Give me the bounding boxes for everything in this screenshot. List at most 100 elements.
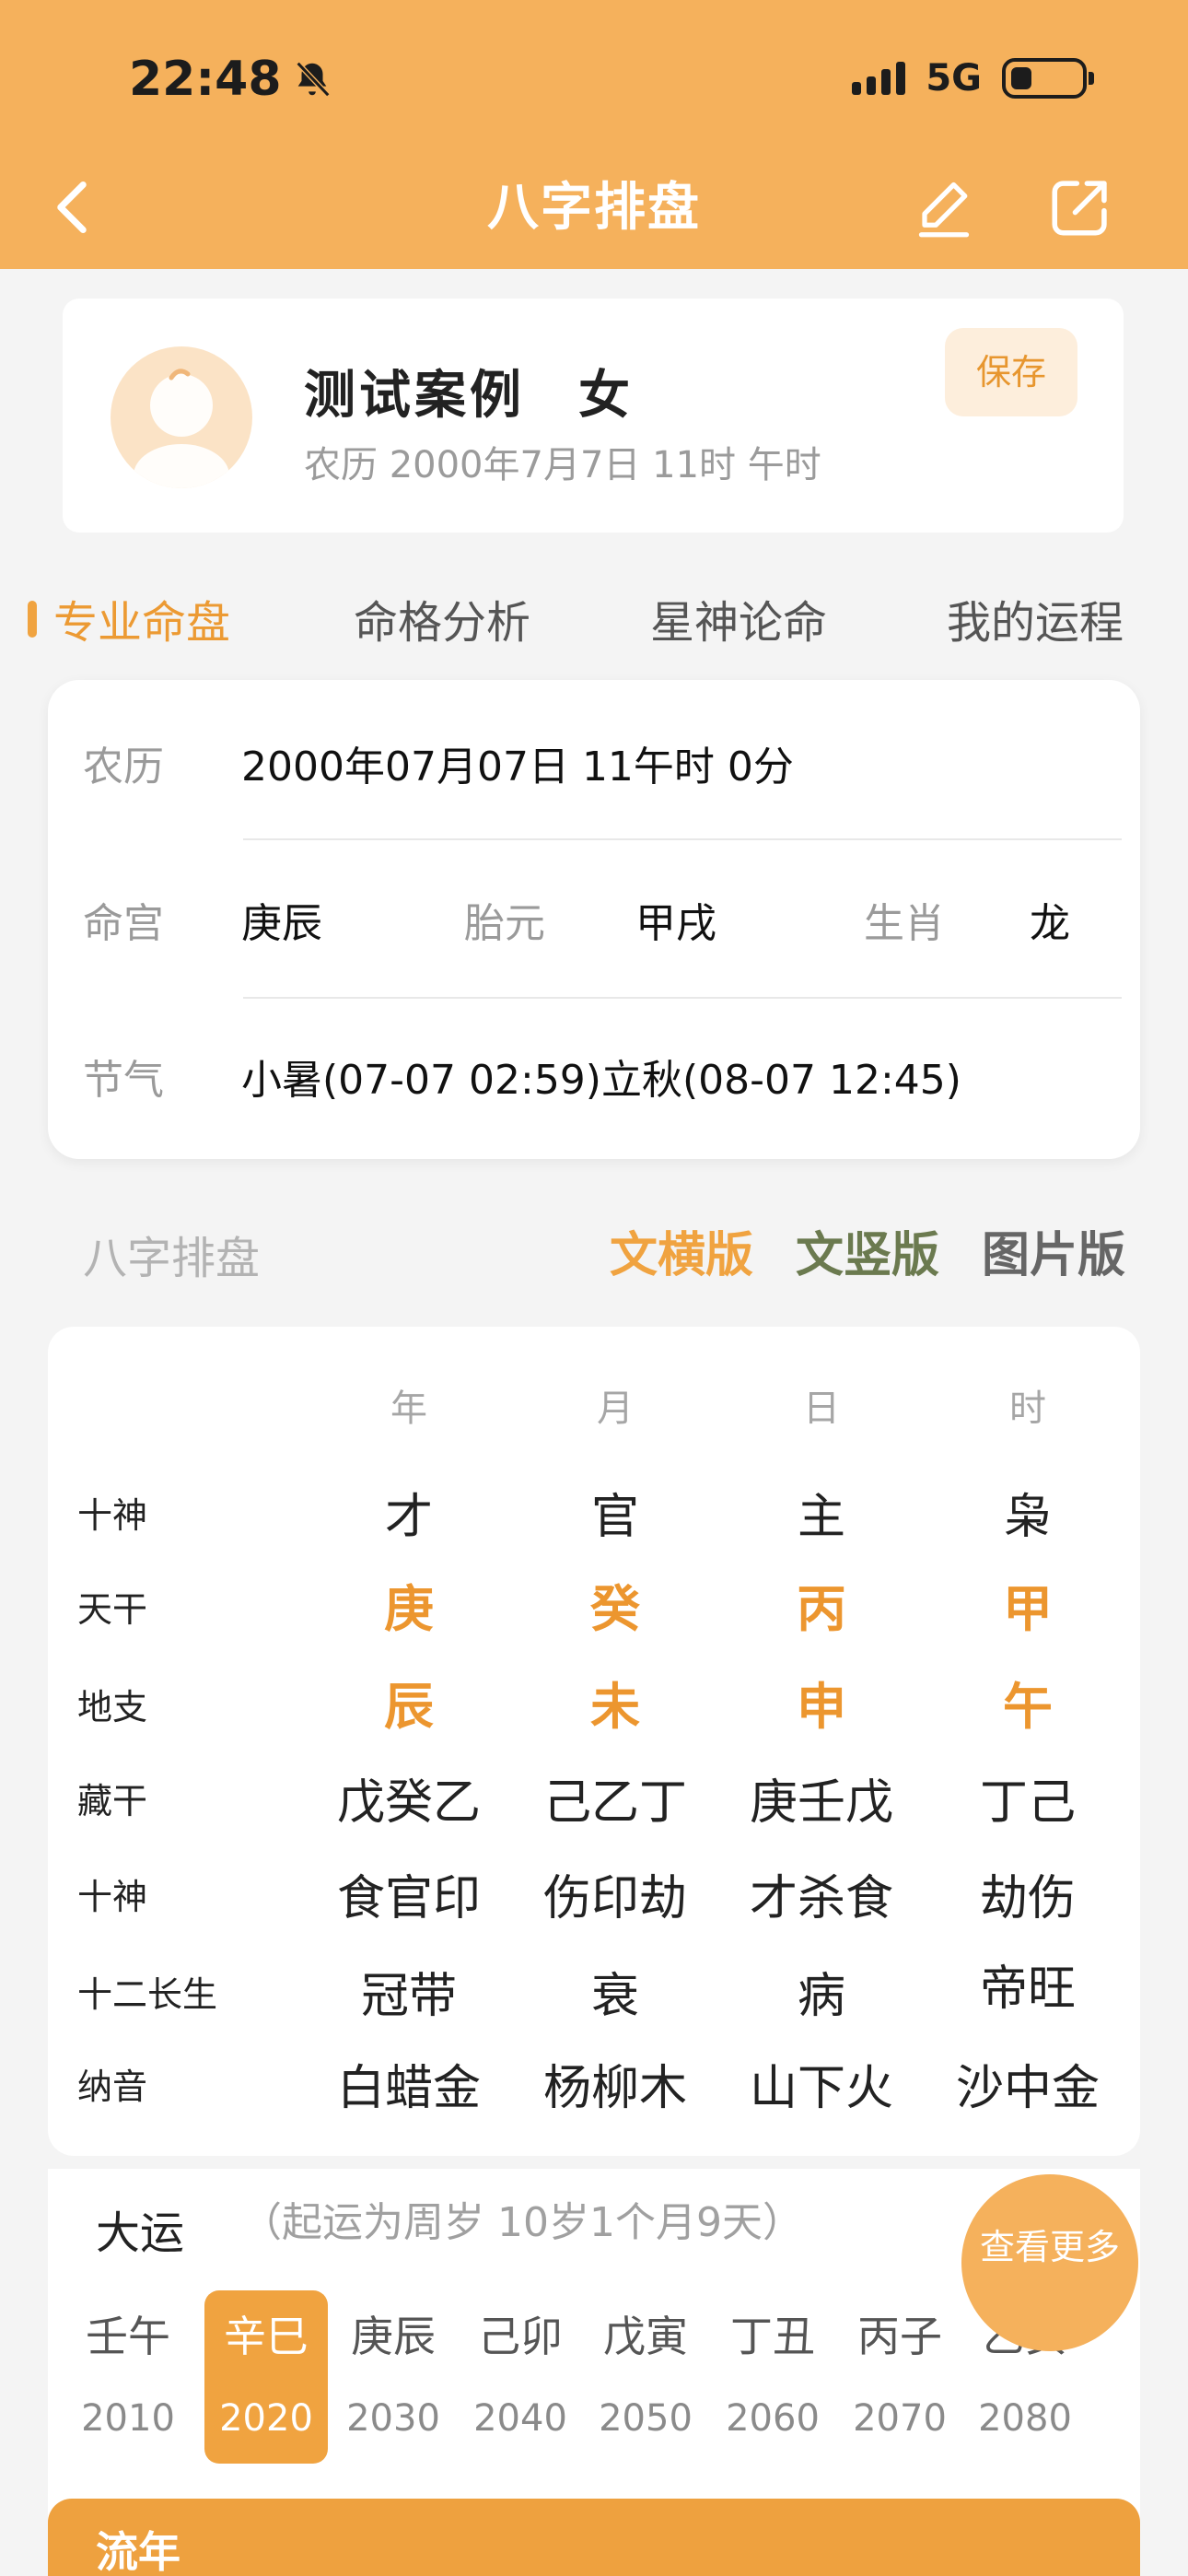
divider: [243, 838, 1122, 840]
dayun-year: 2030: [346, 2397, 440, 2440]
tab-pattern-analysis[interactable]: 命格分析: [354, 586, 530, 650]
chart-cell-stem: 庚: [384, 1580, 434, 1638]
dayun-year: 2020: [219, 2397, 313, 2440]
chart-cell: 枭: [1003, 1490, 1052, 1545]
chart-cell: 沙中金: [955, 2061, 1100, 2116]
chart-cell-stem: 癸: [590, 1580, 640, 1638]
network-type: 5G: [926, 57, 982, 100]
birth-info-card: 农历 2000年07月07日 11午时 0分 命宫 庚辰 胎元 甲戌 生肖 龙 …: [48, 680, 1140, 1159]
chart-cell-branch: 午: [1003, 1678, 1053, 1736]
dayun-item[interactable]: 丁丑 2060: [711, 2290, 834, 2464]
chart-cell: 病: [797, 1969, 845, 2024]
taiyuan-value: 甲戌: [635, 900, 716, 947]
row-label-shishen-hidden: 十神: [77, 1877, 148, 1917]
dayun-item[interactable]: 丙子 2070: [838, 2290, 961, 2464]
dayun-ganzhi: 己卯: [478, 2312, 563, 2361]
tab-bar: 专业命盘 命格分析 星神论命 我的运程: [0, 586, 1188, 650]
share-icon[interactable]: [1046, 173, 1114, 241]
version-horizontal-text[interactable]: 文横版: [610, 1216, 753, 1285]
profile-birth-date: 农历 2000年7月7日 11时 午时: [304, 444, 821, 486]
avatar-person-icon: [134, 369, 229, 488]
column-month: 月: [597, 1388, 634, 1430]
dayun-year: 2040: [473, 2397, 567, 2440]
save-button[interactable]: 保存: [945, 328, 1077, 416]
bell-muted-icon: [296, 61, 330, 98]
profile-name: 测试案例: [304, 366, 525, 426]
avatar: [111, 346, 252, 488]
tab-star-gods[interactable]: 星神论命: [650, 586, 827, 650]
chart-cell: 山下火: [749, 2061, 893, 2116]
profile-card[interactable]: 测试案例 女 农历 2000年7月7日 11时 午时 保存: [63, 299, 1124, 533]
row-label-dizhi: 地支: [77, 1687, 148, 1727]
taiyuan-label: 胎元: [464, 900, 545, 947]
version-image[interactable]: 图片版: [982, 1216, 1125, 1285]
dayun-item[interactable]: 壬午 2010: [66, 2290, 190, 2464]
chart-cell: 丁己: [979, 1775, 1076, 1831]
app-header: 22:48 5G 八字排盘: [0, 0, 1188, 269]
jieqi-label: 节气: [83, 1057, 164, 1104]
dayun-ganzhi: 丁丑: [730, 2312, 815, 2361]
profile-gender: 女: [578, 366, 630, 426]
dayun-ganzhi: 壬午: [86, 2312, 170, 2361]
dayun-note: （起运为周岁 10岁1个月9天）: [241, 2199, 803, 2246]
chart-cell: 才: [384, 1490, 433, 1545]
dayun-ganzhi: 丙子: [857, 2312, 942, 2361]
status-time: 22:48: [129, 52, 333, 107]
dayun-year: 2010: [81, 2397, 175, 2440]
see-more-button[interactable]: 查看更多: [961, 2174, 1138, 2351]
dayun-item[interactable]: 戊寅 2050: [584, 2290, 707, 2464]
dayun-year: 2060: [726, 2397, 820, 2440]
chart-cell: 帝旺: [979, 1961, 1076, 2017]
minggong-value: 庚辰: [241, 900, 322, 947]
chart-cell: 官: [590, 1490, 639, 1545]
dayun-year: 2070: [853, 2397, 947, 2440]
column-day: 日: [803, 1388, 840, 1430]
time-text: 22:48: [129, 52, 282, 107]
bazi-chart-card: 年 月 日 时 十神 才 官 主 枭 天干 庚 癸 丙 甲 地支 辰 未 申 午…: [48, 1327, 1140, 2156]
column-year: 年: [390, 1388, 427, 1430]
dayun-item-selected[interactable]: 辛巳 2020: [204, 2290, 328, 2464]
row-label-tiangan: 天干: [77, 1589, 148, 1630]
chart-cell: 衰: [590, 1969, 639, 2024]
lunar-value: 2000年07月07日 11午时 0分: [241, 744, 794, 790]
dayun-item[interactable]: 庚辰 2030: [332, 2290, 455, 2464]
chart-cell-branch: 辰: [384, 1678, 434, 1736]
section-title: 八字排盘: [83, 1233, 261, 1284]
chart-cell: 庚壬戊: [749, 1775, 893, 1831]
version-vertical-text[interactable]: 文竖版: [796, 1216, 939, 1285]
divider: [243, 997, 1122, 999]
edit-pencil-icon[interactable]: [912, 175, 976, 240]
chart-cell: 伤印劫: [542, 1871, 687, 1926]
chart-cell: 己乙丁: [542, 1775, 687, 1831]
dayun-item[interactable]: 己卯 2040: [459, 2290, 582, 2464]
chart-cell-stem: 丙: [797, 1580, 846, 1638]
status-indicators: 5G: [852, 57, 1094, 100]
minggong-label: 命宫: [83, 900, 164, 947]
battery-icon: [1002, 58, 1094, 99]
chart-cell-branch: 未: [590, 1678, 640, 1736]
chart-cell: 杨柳木: [542, 2061, 687, 2116]
chart-cell: 劫伤: [979, 1871, 1076, 1926]
row-label-canggan: 藏干: [77, 1781, 148, 1821]
column-hour: 时: [1009, 1388, 1046, 1430]
shengxiao-value: 龙: [1030, 900, 1070, 947]
liunian-section[interactable]: 流年: [48, 2499, 1140, 2576]
page-title: 八字排盘: [487, 178, 701, 238]
tab-professional-chart[interactable]: 专业命盘: [53, 586, 230, 650]
signal-icon: [852, 62, 906, 95]
tab-my-fortune[interactable]: 我的运程: [947, 586, 1124, 650]
jieqi-value: 小暑(07-07 02:59)立秋(08-07 12:45): [241, 1057, 961, 1104]
dayun-year: 2080: [978, 2397, 1072, 2440]
chart-cell: 食官印: [336, 1871, 481, 1926]
chart-cell: 冠带: [360, 1969, 457, 2024]
chart-cell: 才杀食: [749, 1871, 893, 1926]
shengxiao-label: 生肖: [864, 900, 945, 947]
chart-cell: 白蜡金: [336, 2061, 481, 2116]
active-tab-indicator: [28, 601, 37, 638]
dayun-title: 大运: [96, 2207, 185, 2259]
chart-cell: 戊癸乙: [336, 1775, 481, 1831]
dayun-ganzhi: 庚辰: [351, 2312, 436, 2361]
row-label-nayin: 纳音: [77, 2067, 148, 2107]
chart-cell: 主: [797, 1490, 845, 1545]
chart-cell-branch: 申: [797, 1678, 846, 1736]
